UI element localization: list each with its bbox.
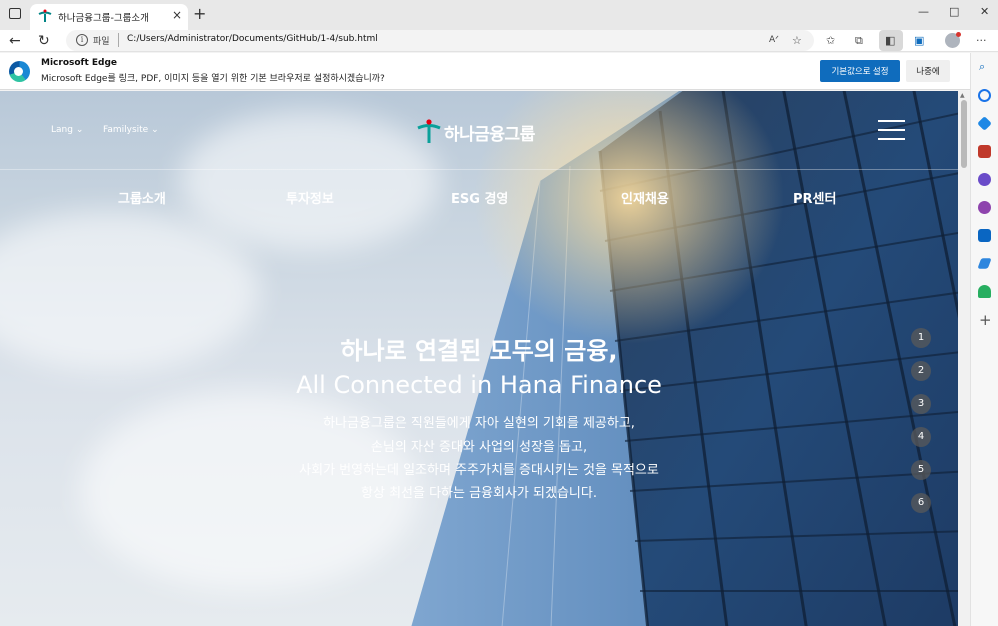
more-menu-icon[interactable]: ··· xyxy=(976,33,987,48)
prompt-title: Microsoft Edge xyxy=(41,58,118,68)
close-window-button[interactable]: ✕ xyxy=(980,5,989,18)
nav-esg[interactable]: ESG 경영 xyxy=(451,188,508,207)
url-text[interactable]: C:/Users/Administrator/Documents/GitHub/… xyxy=(127,34,378,44)
edge-logo-inner xyxy=(14,67,23,76)
hana-favicon-icon xyxy=(38,9,52,22)
familysite-label: Familysite xyxy=(103,125,149,135)
address-bar[interactable]: i 파일 C:/Users/Administrator/Documents/Gi… xyxy=(66,30,814,51)
send-icon[interactable] xyxy=(977,258,992,269)
prompt-message: Microsoft Edge를 링크, PDF, 이미지 등을 열기 위한 기본… xyxy=(41,74,385,84)
hero-title: 하나로 연결된 모두의 금융, xyxy=(340,337,618,365)
shopping-icon[interactable] xyxy=(977,116,992,131)
hero-text-line: 손님의 자산 증대와 사업의 성장을 돕고, xyxy=(370,440,588,455)
hero-text-line: 사회가 번영하는데 일조하며 주주가치를 증대시키는 것을 목적으로 xyxy=(299,463,659,478)
new-tab-button[interactable]: + xyxy=(193,5,206,23)
info-icon[interactable]: i xyxy=(76,34,88,46)
tree-icon[interactable] xyxy=(978,285,991,298)
active-tab[interactable]: 하나금융그룹-그룹소개 × xyxy=(30,4,188,30)
collections-icon[interactable]: ▣ xyxy=(914,33,924,48)
browser-toolbar: ← ↻ i 파일 C:/Users/Administrator/Document… xyxy=(0,30,998,52)
logo-text[interactable]: 하나금융그룹 xyxy=(444,120,535,145)
refresh-icon[interactable]: ↻ xyxy=(38,32,50,50)
hero-text-line: 항상 최선을 다하는 금융회사가 되겠습니다. xyxy=(361,486,597,501)
profile-badge xyxy=(956,32,961,37)
header-divider xyxy=(0,169,958,170)
minimize-button[interactable]: — xyxy=(918,5,929,18)
page-scrollbar[interactable]: ▲ xyxy=(958,91,970,626)
hero-text-line: 하나금융그룹은 직원들에게 자아 실현의 기회를 제공하고, xyxy=(323,416,635,431)
menu-hamburger-icon[interactable] xyxy=(878,120,905,140)
slide-pager-6[interactable]: 6 xyxy=(911,493,931,513)
default-browser-prompt: Microsoft Edge Microsoft Edge를 링크, PDF, … xyxy=(0,53,970,90)
favorite-add-icon[interactable]: ☆ xyxy=(792,33,802,48)
extensions-icon[interactable]: ◧ xyxy=(885,33,895,48)
chevron-down-icon: ⌄ xyxy=(151,125,159,135)
outlook-icon[interactable] xyxy=(978,229,991,242)
slide-pager-2[interactable]: 2 xyxy=(911,361,931,381)
scroll-thumb[interactable] xyxy=(961,100,967,168)
maximize-button[interactable]: □ xyxy=(949,5,959,18)
slide-pager-5[interactable]: 5 xyxy=(911,460,931,480)
address-separator xyxy=(118,33,119,47)
tab-close-icon[interactable]: × xyxy=(172,8,182,22)
page-viewport: Lang ⌄ Familysite ⌄ 하나금융그룹 그룹소개 투자정보 ESG… xyxy=(0,91,958,626)
slide-pager-3[interactable]: 3 xyxy=(911,394,931,414)
slide-pager-4[interactable]: 4 xyxy=(911,427,931,447)
tab-collections-icon[interactable]: ⧉ xyxy=(855,33,863,48)
familysite-selector[interactable]: Familysite ⌄ xyxy=(103,125,159,135)
add-sidebar-item-icon[interactable]: + xyxy=(979,311,992,329)
bing-chat-icon[interactable] xyxy=(978,89,991,102)
tab-strip: 하나금융그룹-그룹소개 × + — □ ✕ xyxy=(0,0,998,30)
favorites-icon[interactable]: ✩ xyxy=(826,33,835,48)
hana-logo-icon xyxy=(417,119,441,143)
nav-careers[interactable]: 인재채용 xyxy=(621,188,669,207)
slide-pager-1[interactable]: 1 xyxy=(911,328,931,348)
nav-investment[interactable]: 투자정보 xyxy=(286,188,334,207)
scroll-up-icon[interactable]: ▲ xyxy=(960,92,965,99)
file-label: 파일 xyxy=(93,37,110,47)
tab-title: 하나금융그룹-그룹소개 xyxy=(58,13,149,24)
later-button[interactable]: 나중에 xyxy=(906,60,950,82)
set-default-button[interactable]: 기본값으로 설정 xyxy=(820,60,900,82)
search-icon[interactable]: ⌕ xyxy=(979,60,985,74)
read-aloud-icon[interactable]: Aᐟ xyxy=(769,33,779,48)
tools-icon[interactable] xyxy=(978,145,991,158)
back-icon[interactable]: ← xyxy=(9,32,21,50)
edge-sidebar: ⌕ + xyxy=(970,53,998,626)
games-icon[interactable] xyxy=(978,173,991,186)
office-icon[interactable] xyxy=(978,201,991,214)
lang-selector[interactable]: Lang ⌄ xyxy=(51,125,83,135)
chevron-down-icon: ⌄ xyxy=(75,125,84,135)
nav-group-intro[interactable]: 그룹소개 xyxy=(118,188,166,207)
lang-label: Lang xyxy=(51,125,73,135)
hero-subtitle: All Connected in Hana Finance xyxy=(296,371,662,399)
tab-actions-icon[interactable] xyxy=(9,8,21,19)
nav-pr[interactable]: PR센터 xyxy=(793,188,836,207)
